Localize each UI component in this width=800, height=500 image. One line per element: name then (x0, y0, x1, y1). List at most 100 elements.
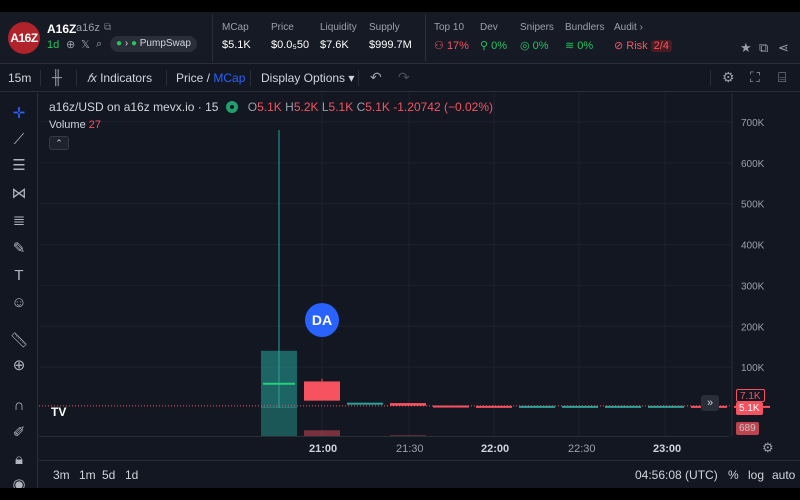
lock-icon[interactable]: 🔒︎ (9, 450, 29, 470)
time-label: 23:00 (653, 443, 682, 455)
fullscreen-icon[interactable]: ⛶ (750, 69, 760, 86)
token-name: A16Z (47, 22, 77, 36)
range-5d[interactable]: 5d (102, 468, 115, 482)
audit-label[interactable]: Audit › (614, 22, 643, 33)
layers-icon: ≋ (565, 40, 575, 52)
display-options-button[interactable]: Display Options ▾ (261, 71, 354, 85)
x-social-icon[interactable]: 𝕏 (81, 38, 90, 51)
chart-toolbar: 15m ╫ 𝑓x Indicators Price / MCap Display… (0, 64, 800, 92)
trend-line-icon[interactable]: ⟋ (9, 130, 29, 150)
token-ticker: a16z (76, 22, 100, 34)
price-option: Price (176, 71, 204, 85)
display-options-label: Display Options (261, 71, 346, 85)
magnet-icon[interactable]: ∩ (9, 396, 29, 416)
target-icon: ◎ (520, 40, 530, 52)
stat-value-dev: ⚲ 0% (480, 39, 507, 52)
candle-body (476, 405, 512, 408)
lock-drawing-icon[interactable]: ✐ (9, 423, 29, 443)
emoji-icon[interactable]: ☺ (9, 293, 29, 313)
audit-text: Audit (614, 22, 637, 33)
tradingview-logo[interactable]: TV (51, 405, 75, 423)
bundlers-value: 0% (577, 40, 594, 52)
stat-label-top10: Top 10 (434, 22, 465, 33)
zoom-in-icon[interactable]: ⊕ (9, 356, 29, 376)
volume-tag: 689 (736, 422, 759, 435)
high-value: 5.2K (293, 100, 319, 114)
share-window-icon[interactable]: ⧉ (759, 40, 768, 56)
percent-toggle[interactable]: % (728, 468, 739, 482)
divider (710, 70, 711, 86)
y-axis-label: 300K (741, 281, 765, 292)
auto-toggle[interactable]: auto (772, 468, 795, 482)
log-toggle[interactable]: log (748, 468, 764, 482)
camera-icon[interactable]: ⌸ (778, 69, 786, 86)
price-mcap-toggle[interactable]: Price / MCap (176, 71, 245, 85)
close-value: 5.1K (365, 100, 390, 114)
pattern-icon[interactable]: ⋈ (9, 184, 29, 204)
scroll-to-realtime-button[interactable]: » (701, 395, 719, 411)
stat-label-liquidity: Liquidity (320, 22, 357, 33)
chart-canvas[interactable]: 700K 600K 500K 400K 300K 200K 100K (39, 93, 800, 436)
candles-icon[interactable]: ╫ (52, 69, 62, 85)
horizontal-lines-icon[interactable]: ☰ (9, 156, 29, 176)
crosshair-icon[interactable]: ✛ (9, 104, 29, 124)
range-1d[interactable]: 1d (125, 468, 138, 482)
stat-value-top10: ⚇ 17% (434, 39, 469, 52)
caret-down-icon: ▾ (348, 71, 355, 85)
collapse-legend-button[interactable]: ⌃ (49, 136, 69, 150)
volume-bar (261, 407, 297, 436)
y-axis-label: 400K (741, 241, 765, 252)
high-price-tag: 7.1K (736, 389, 765, 402)
divider (40, 70, 41, 86)
stat-value-snipers: ◎ 0% (520, 39, 549, 52)
top-letterbox (0, 0, 800, 12)
low-label: L (321, 100, 329, 114)
range-3m[interactable]: 3m (53, 468, 70, 482)
candle-body (261, 350, 297, 408)
settings-icon[interactable]: ⚙ (722, 69, 735, 86)
pill-icon: ● (130, 38, 137, 49)
dex-pill[interactable]: ● › ● PumpSwap (110, 36, 197, 52)
user-icon: ⚲ (480, 40, 489, 52)
brush-icon[interactable]: ✎ (9, 239, 29, 259)
text-icon[interactable]: T (9, 266, 29, 286)
y-axis-label: 200K (741, 322, 765, 333)
star-icon[interactable]: ★ (740, 40, 752, 56)
divider (250, 70, 251, 86)
redo-icon[interactable]: ↷ (398, 69, 410, 86)
copy-icon[interactable]: ⧉ (104, 22, 111, 33)
da-marker-badge[interactable]: DA (305, 303, 339, 337)
utc-clock[interactable]: 04:56:08 (UTC) (635, 468, 718, 482)
bottom-letterbox (0, 488, 800, 500)
y-axis-label: 600K (741, 159, 765, 170)
undo-icon[interactable]: ↶ (370, 69, 382, 86)
time-axis[interactable]: 21:00 21:30 22:00 22:30 23:00 (39, 436, 729, 460)
stat-label-bundlers: Bundlers (565, 22, 605, 33)
stat-label-supply: Supply (369, 22, 400, 33)
indicators-label: Indicators (100, 71, 153, 85)
chart-settings-icon[interactable]: ⚙ (762, 440, 774, 456)
interval-selector[interactable]: 15m (8, 71, 31, 85)
y-axis-label: 100K (741, 363, 765, 374)
globe-icon[interactable]: ⊕ (66, 38, 75, 51)
top10-value: 17% (446, 40, 469, 52)
risk-indicator[interactable]: ⊘ Risk 2/4 (614, 39, 672, 52)
dex-label: PumpSwap (139, 38, 191, 49)
price-chart[interactable]: 700K 600K 500K 400K 300K 200K 100K a16z/USD on… (39, 93, 800, 463)
high-label: H (285, 100, 294, 114)
divider (76, 70, 77, 86)
bottom-bar: 3m 1m 5d 1d 04:56:08 (UTC) % log auto (39, 460, 800, 488)
candle-body (304, 381, 340, 401)
volume-legend: Volume 27 (49, 119, 101, 131)
fib-icon[interactable]: ≣ (9, 211, 29, 231)
share-icon[interactable]: ⋖ (778, 40, 789, 56)
search-icon[interactable]: ⌕ (96, 38, 102, 51)
pill-icon: ● (116, 38, 123, 49)
range-1m[interactable]: 1m (79, 468, 96, 482)
mcap-option: MCap (213, 71, 246, 85)
drawing-toolbar: ✛ ⟋ ☰ ⋈ ≣ ✎ T ☺ 📏︎ ⊕ ∩ ✐ 🔒︎ ◉ (0, 93, 38, 493)
indicators-button[interactable]: 𝑓x Indicators (87, 71, 152, 86)
risk-badge: 2/4 (650, 40, 672, 52)
time-label: 21:30 (396, 443, 424, 455)
ruler-icon[interactable]: 📏︎ (9, 331, 29, 351)
